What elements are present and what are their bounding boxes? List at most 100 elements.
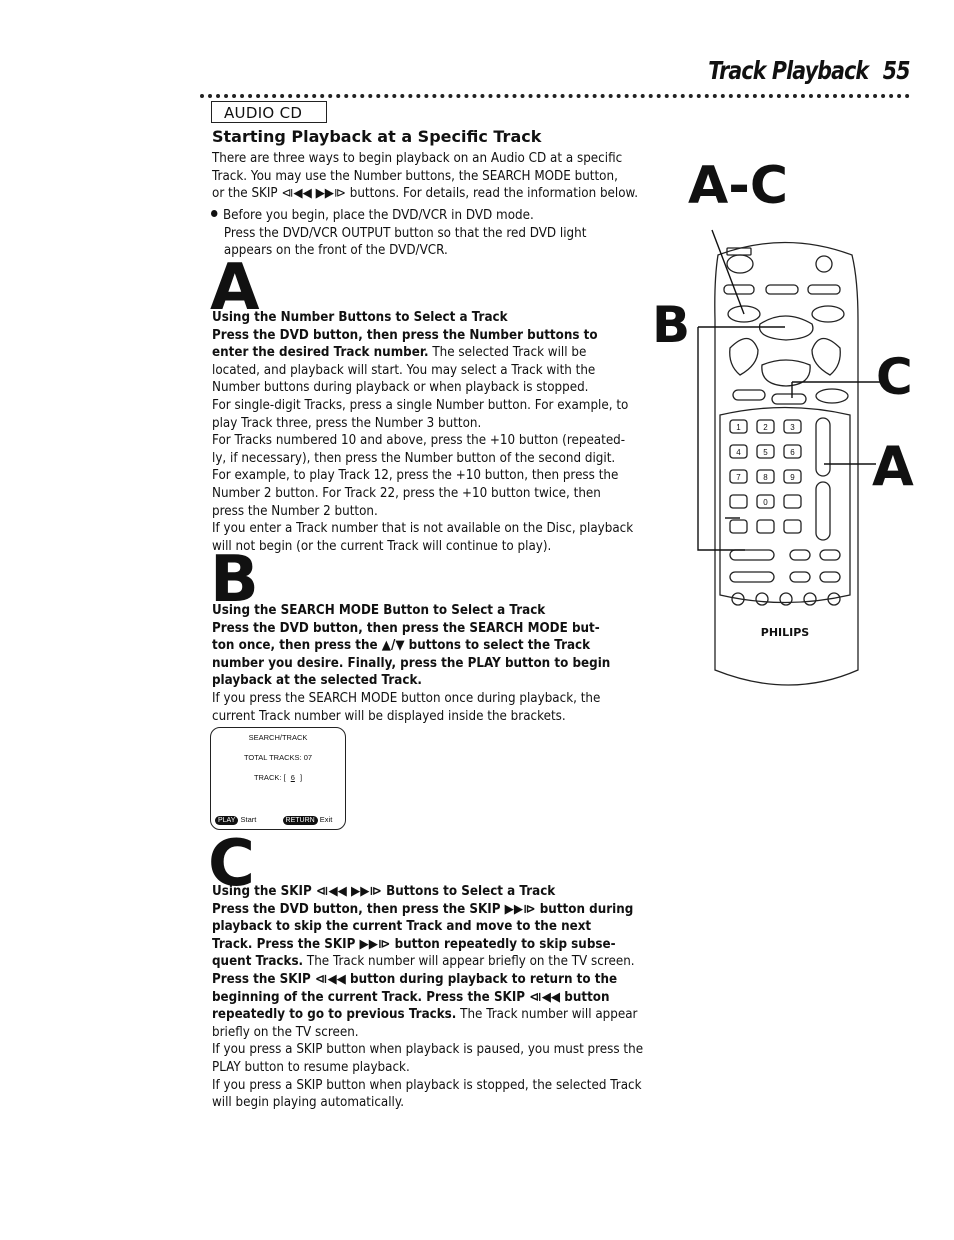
number-key-label: 8 xyxy=(763,473,768,482)
intro-paragraph: There are three ways to begin playback o… xyxy=(212,150,652,203)
section-a-line: For example, to play Track 12, press the… xyxy=(212,468,619,484)
search-mode-key xyxy=(729,519,748,534)
section-heading: Starting Playback at a Specific Track xyxy=(212,127,542,146)
osd-title: SEARCH/TRACK xyxy=(248,733,308,742)
section-b-instruction: playback at the selected Track. xyxy=(212,673,422,689)
osd-track-row: TRACK: [ 6 ] xyxy=(211,773,345,782)
menu-key xyxy=(789,549,811,561)
section-c-instruction: Press the DVD button, then press the SKI… xyxy=(212,901,634,917)
bullet-line: appears on the front of the DVD/VCR. xyxy=(223,243,448,259)
intro-line: There are three ways to begin playback o… xyxy=(212,151,623,166)
dotted-divider xyxy=(200,94,910,98)
remote-control-illustration: 1 2 3 4 5 6 7 8 9 0 PHILIPS xyxy=(697,229,880,686)
section-c-line: PLAY button to resume playback. xyxy=(212,1059,410,1075)
callout-line-ac xyxy=(711,229,745,315)
play-button xyxy=(758,315,814,341)
section-a-line: For single-digit Tracks, press a single … xyxy=(212,397,629,413)
section-a-line: play Track three, press the Number 3 but… xyxy=(212,415,482,431)
vcr-button xyxy=(811,305,845,323)
section-a-instruction: Press the DVD button, then press the Num… xyxy=(212,327,598,343)
input-button xyxy=(723,284,755,295)
section-b: Using the SEARCH MODE Button to Select a… xyxy=(212,602,652,725)
osd-track-value: 6 xyxy=(290,773,295,782)
section-c-instruction: Track. Press the SKIP ▶▶⧐ button repeate… xyxy=(212,936,616,952)
page-number: 55 xyxy=(883,56,911,85)
section-c-instruction: quent Tracks. xyxy=(212,954,304,970)
number-key-label: 3 xyxy=(790,423,795,432)
section-c-instruction: beginning of the current Track. Press th… xyxy=(212,989,610,1005)
section-b-instruction: Press the DVD button, then press the SEA… xyxy=(212,620,600,636)
section-b-instruction: ton once, then press the ▲/▼ buttons to … xyxy=(212,638,591,654)
osd-bracket: ] xyxy=(299,773,303,782)
section-c-instruction: Press the SKIP ⧏◀◀ button during playbac… xyxy=(212,971,618,987)
section-a-line: If you enter a Track number that is not … xyxy=(212,521,634,537)
ab-repeat-key xyxy=(815,481,831,541)
number-key-label: 7 xyxy=(736,473,741,482)
down-up-key xyxy=(729,549,775,561)
page-title: Track Playback xyxy=(708,56,870,85)
rew-button xyxy=(729,337,759,376)
callout-line-b-down xyxy=(697,327,745,551)
dvd-vcr-output-button xyxy=(765,284,799,295)
section-tag: AUDIO CD xyxy=(211,101,327,123)
display-key xyxy=(756,519,775,534)
bullet-note: Before you begin, place the DVD/VCR in D… xyxy=(211,207,651,260)
section-b-line: If you press the SEARCH MODE button once… xyxy=(212,690,601,706)
return-key xyxy=(819,571,841,583)
section-a-line: press the Number 2 button. xyxy=(212,503,378,519)
section-a-line: Number 2 button. For Track 22, press the… xyxy=(212,485,601,501)
section-c-heading: Using the SKIP ⧏◀◀ ▶▶⧐ Buttons to Select… xyxy=(212,884,556,899)
section-a-heading: Using the Number Buttons to Select a Tra… xyxy=(212,310,508,325)
section-a-line: will not begin (or the current Track wil… xyxy=(212,538,552,554)
speed-key xyxy=(729,494,748,509)
osd-track-label: TRACK: [ xyxy=(253,773,286,782)
enter-key xyxy=(789,571,811,583)
title-key xyxy=(819,549,841,561)
section-a: Using the Number Buttons to Select a Tra… xyxy=(212,309,652,555)
section-c-line: If you press a SKIP button when playback… xyxy=(212,1042,644,1058)
bullet-line: Before you begin, place the DVD/VCR in D… xyxy=(222,208,534,223)
number-key-label: 2 xyxy=(763,423,768,432)
skip-prev-button xyxy=(732,389,766,401)
number-key-label: 5 xyxy=(763,448,768,457)
section-a-line: The selected Track will be xyxy=(428,345,587,361)
osd-total-tracks: TOTAL TRACKS: 07 xyxy=(243,753,313,762)
intro-line: Track. You may use the Number buttons, t… xyxy=(212,168,618,184)
plus10-key xyxy=(783,494,802,509)
osd-footer: PLAY Start RETURN Exit xyxy=(211,815,345,825)
section-a-line: Number buttons during playback or when p… xyxy=(212,380,589,396)
bullet-icon xyxy=(211,210,218,217)
number-key-label: 9 xyxy=(790,473,795,482)
section-c-line: If you press a SKIP button when playback… xyxy=(212,1077,642,1093)
section-c-instruction: repeatedly to go to previous Tracks. xyxy=(212,1007,457,1023)
osd-play-action: Start xyxy=(240,815,257,824)
osd-return-action: Exit xyxy=(319,815,333,824)
page-header: Track Playback 55 xyxy=(708,56,911,85)
section-b-heading: Using the SEARCH MODE Button to Select a… xyxy=(212,603,546,618)
osd-play-key: PLAY xyxy=(215,816,239,825)
number-key-label: 1 xyxy=(736,423,741,432)
record-button xyxy=(815,388,849,404)
section-a-line: located, and playback will start. You ma… xyxy=(212,362,596,378)
section-c: Using the SKIP ⧏◀◀ ▶▶⧐ Buttons to Select… xyxy=(212,883,652,1112)
section-a-line: For Tracks numbered 10 and above, press … xyxy=(212,433,626,449)
timer-set-button xyxy=(815,255,833,273)
power-button xyxy=(726,254,754,274)
section-a-instruction: enter the desired Track number. xyxy=(212,345,429,361)
pause-slow-key xyxy=(815,417,831,477)
memory-button xyxy=(807,284,841,295)
search-track-screen: SEARCH/TRACK TOTAL TRACKS: 07 TRACK: [ 6… xyxy=(210,727,346,830)
ffwd-button xyxy=(811,337,841,376)
left-right-key xyxy=(729,571,775,583)
audio-key xyxy=(779,592,793,606)
osd-return-key: RETURN xyxy=(282,816,318,825)
section-c-instruction: playback to skip the current Track and m… xyxy=(212,919,592,935)
remote-brand: PHILIPS xyxy=(761,626,810,639)
number-key-label: 0 xyxy=(763,498,768,507)
section-c-line: The Track number will appear briefly on … xyxy=(303,954,635,970)
section-c-line: will begin playing automatically. xyxy=(212,1095,405,1111)
number-key-label: 4 xyxy=(736,448,741,457)
bullet-line: Press the DVD/VCR OUTPUT button so that … xyxy=(223,225,587,241)
skip-next-button xyxy=(771,393,807,405)
subtitle-key xyxy=(803,592,817,606)
